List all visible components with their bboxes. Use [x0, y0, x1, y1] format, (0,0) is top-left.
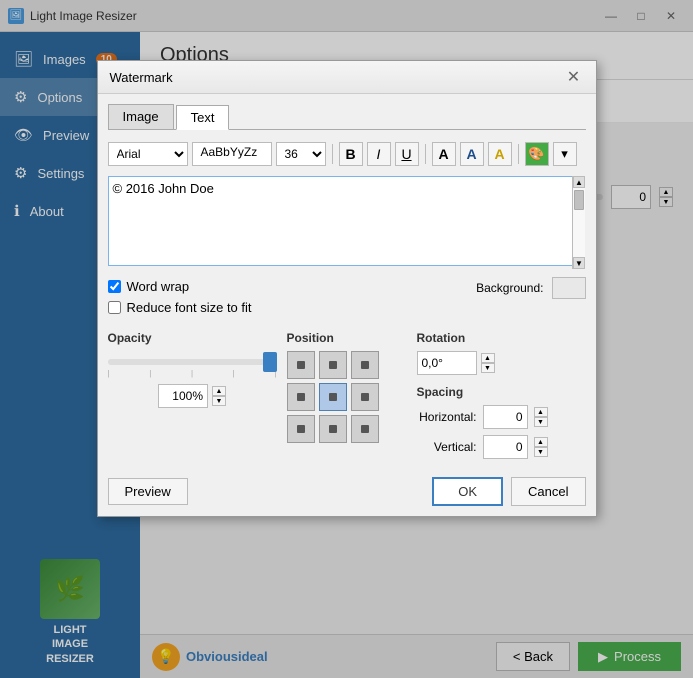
- checkbox-group: Word wrap Reduce font size to fit: [108, 273, 252, 321]
- position-middle-left[interactable]: [287, 383, 315, 411]
- font-size-select[interactable]: 36 8 12 14 18 24 48 72: [276, 142, 326, 166]
- position-bottom-right[interactable]: [351, 415, 379, 443]
- opacity-label: Opacity: [108, 331, 277, 345]
- watermark-modal: Watermark ✕ Image Text Arial: [97, 60, 597, 517]
- reduce-font-row: Reduce font size to fit: [108, 300, 252, 315]
- tab-text[interactable]: Text: [176, 105, 230, 130]
- vertical-label: Vertical:: [417, 440, 477, 454]
- horizontal-up-button[interactable]: ▲: [534, 407, 548, 417]
- position-label: Position: [287, 331, 407, 345]
- word-wrap-row: Word wrap: [108, 279, 252, 294]
- watermark-text-input[interactable]: © 2016 John Doe: [108, 176, 586, 266]
- text-toolbar: Arial AaBbYyZz 36 8 12 14 18 24 48 72 B: [108, 138, 586, 170]
- background-label: Background:: [476, 281, 543, 295]
- opacity-spinners: ▲ ▼: [212, 386, 226, 406]
- scroll-track: [573, 188, 585, 257]
- opacity-thumb[interactable]: [263, 352, 277, 372]
- color-a-black-label: A: [438, 146, 448, 162]
- text-color-black-button[interactable]: A: [432, 142, 456, 166]
- word-wrap-checkbox[interactable]: [108, 280, 121, 293]
- position-top-right[interactable]: [351, 351, 379, 379]
- opacity-input-row: ▲ ▼: [108, 384, 277, 408]
- toolbar-separator-2: [425, 144, 426, 164]
- ok-button[interactable]: OK: [432, 477, 503, 506]
- rotation-input[interactable]: [417, 351, 477, 375]
- toolbar-separator-3: [518, 144, 519, 164]
- scroll-up-arrow[interactable]: ▲: [573, 176, 585, 188]
- font-sample: AaBbYyZz: [192, 142, 272, 166]
- position-middle-right[interactable]: [351, 383, 379, 411]
- preview-button[interactable]: Preview: [108, 478, 188, 505]
- vertical-spacing-input[interactable]: [483, 435, 528, 459]
- opacity-up-button[interactable]: ▲: [212, 386, 226, 396]
- position-middle-center[interactable]: [319, 383, 347, 411]
- opacity-track[interactable]: [108, 359, 277, 365]
- rotation-up-button[interactable]: ▲: [481, 353, 495, 363]
- rotation-label: Rotation: [417, 331, 586, 345]
- text-scrollbar: ▲ ▼: [572, 176, 586, 269]
- horizontal-spacing-row: Horizontal: ▲ ▼: [417, 405, 586, 429]
- horizontal-spacing-input[interactable]: [483, 405, 528, 429]
- font-name-select[interactable]: Arial: [108, 142, 188, 166]
- dropdown-button[interactable]: ▾: [553, 142, 577, 166]
- cancel-button[interactable]: Cancel: [511, 477, 585, 506]
- paint-icon: 🎨: [528, 146, 544, 162]
- text-color-blue-button[interactable]: A: [460, 142, 484, 166]
- background-swatch[interactable]: [552, 277, 586, 299]
- position-grid: [287, 351, 407, 443]
- position-top-left[interactable]: [287, 351, 315, 379]
- color-a-yellow-label: A: [494, 146, 504, 162]
- opacity-section: Opacity | | | | |: [108, 331, 277, 465]
- modal-overlay: Watermark ✕ Image Text Arial: [0, 0, 693, 678]
- position-top-center[interactable]: [319, 351, 347, 379]
- reduce-font-checkbox[interactable]: [108, 301, 121, 314]
- text-color-yellow-button[interactable]: A: [488, 142, 512, 166]
- word-wrap-label: Word wrap: [127, 279, 190, 294]
- scroll-thumb[interactable]: [574, 190, 584, 210]
- color-a-blue-label: A: [466, 146, 476, 162]
- footer-right: OK Cancel: [432, 477, 585, 506]
- position-section: Position: [287, 331, 407, 465]
- bold-button[interactable]: B: [339, 142, 363, 166]
- scroll-down-arrow[interactable]: ▼: [573, 257, 585, 269]
- paint-button[interactable]: 🎨: [525, 142, 549, 166]
- three-column-section: Opacity | | | | |: [108, 331, 586, 465]
- vertical-down-button[interactable]: ▼: [534, 447, 548, 457]
- modal-title-bar: Watermark ✕: [98, 61, 596, 94]
- opacity-down-button[interactable]: ▼: [212, 396, 226, 406]
- vertical-spacing-row: Vertical: ▲ ▼: [417, 435, 586, 459]
- modal-footer: Preview OK Cancel: [108, 477, 586, 506]
- reduce-font-label: Reduce font size to fit: [127, 300, 252, 315]
- tab-image[interactable]: Image: [108, 104, 174, 129]
- modal-title-text: Watermark: [110, 70, 173, 85]
- background-row: Background:: [476, 277, 585, 299]
- watermark-tabs: Image Text: [108, 104, 586, 130]
- rotation-spinners: ▲ ▼: [481, 353, 495, 373]
- vertical-up-button[interactable]: ▲: [534, 437, 548, 447]
- position-bottom-center[interactable]: [319, 415, 347, 443]
- opacity-ticks: | | | | |: [108, 369, 277, 378]
- rotation-spacing-section: Rotation ▲ ▼ Spacing Horizontal:: [417, 331, 586, 465]
- horizontal-label: Horizontal:: [417, 410, 477, 424]
- text-area-wrap: © 2016 John Doe ▲ ▼: [108, 176, 586, 269]
- horizontal-down-button[interactable]: ▼: [534, 417, 548, 427]
- underline-button[interactable]: U: [395, 142, 419, 166]
- rotation-down-button[interactable]: ▼: [481, 363, 495, 373]
- vertical-spinners: ▲ ▼: [534, 437, 548, 457]
- italic-button[interactable]: I: [367, 142, 391, 166]
- rotation-input-row: ▲ ▼: [417, 351, 586, 375]
- modal-close-button[interactable]: ✕: [564, 67, 584, 87]
- toolbar-separator-1: [332, 144, 333, 164]
- modal-body: Image Text Arial AaBbYyZz 36 8 12: [98, 94, 596, 516]
- spacing-group: Spacing Horizontal: ▲ ▼ Vertical:: [417, 385, 586, 459]
- horizontal-spinners: ▲ ▼: [534, 407, 548, 427]
- app-window: 🖼 Light Image Resizer — □ ✕ 🖼 Images 10 …: [0, 0, 693, 678]
- position-bottom-left[interactable]: [287, 415, 315, 443]
- opacity-input[interactable]: [158, 384, 208, 408]
- spacing-label: Spacing: [417, 385, 586, 399]
